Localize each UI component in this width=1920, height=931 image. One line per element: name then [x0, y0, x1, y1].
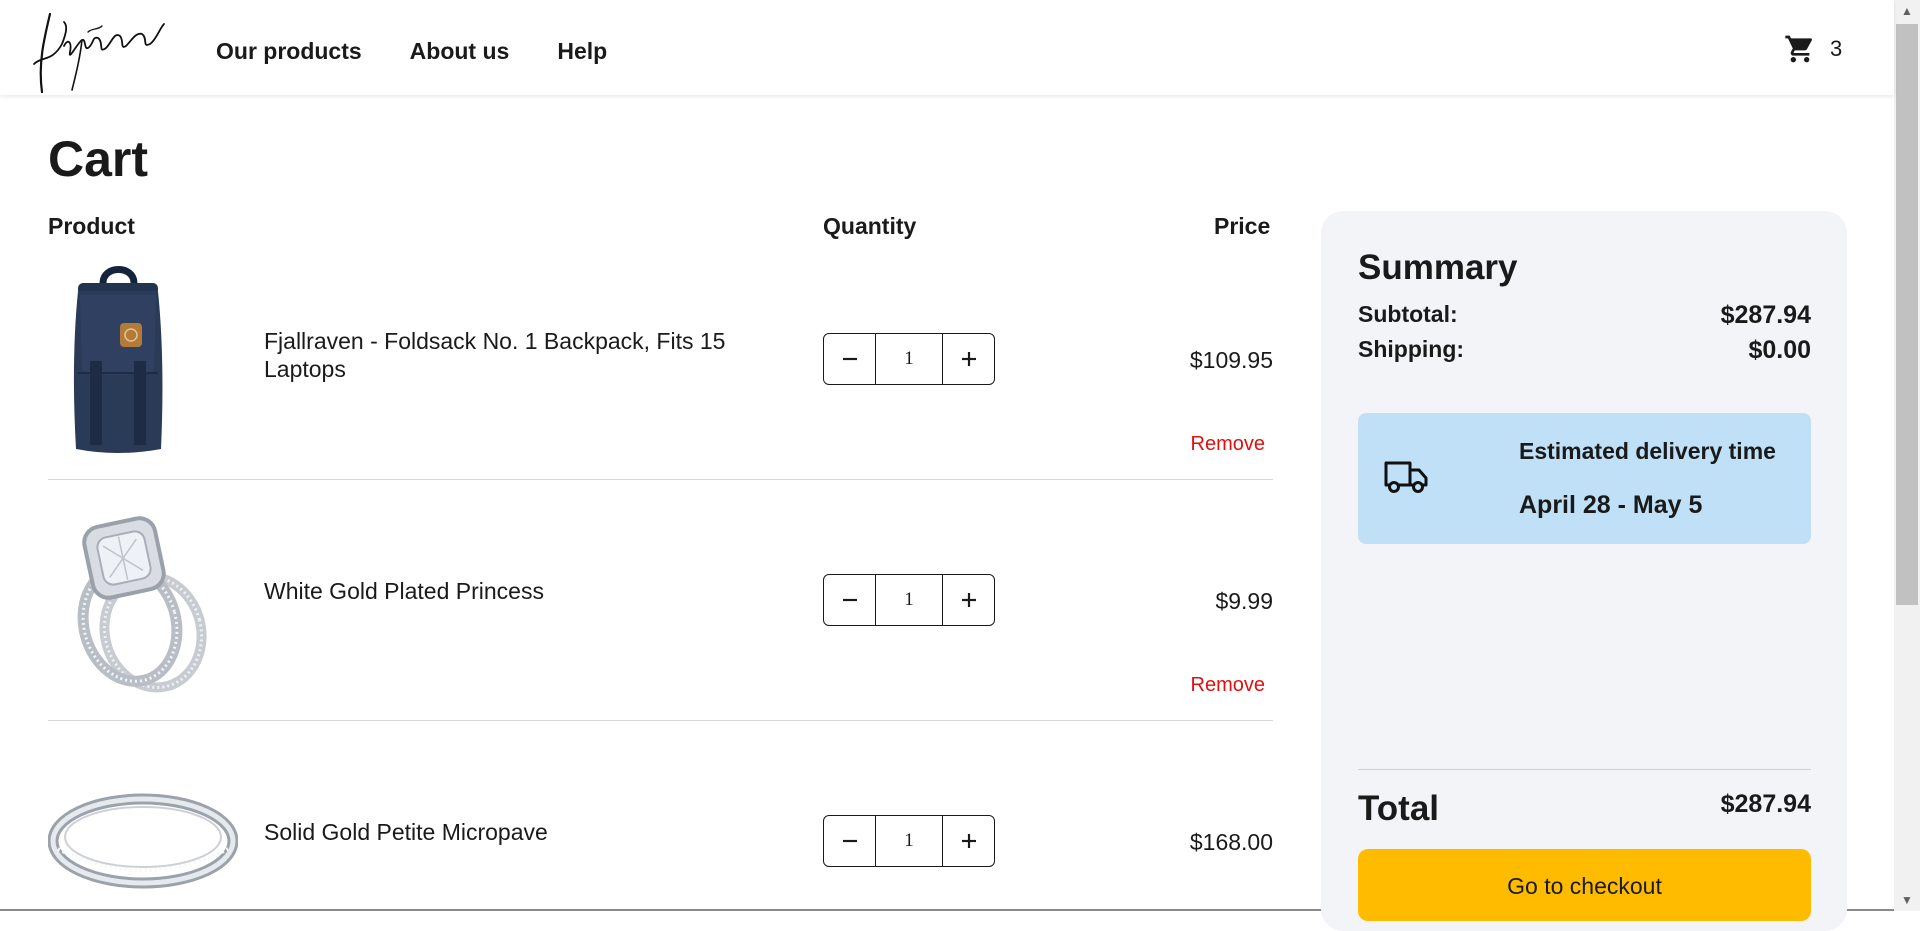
decrease-quantity-button[interactable]	[824, 816, 875, 866]
scroll-up-arrow-icon[interactable]: ▲	[1894, 0, 1920, 22]
remove-item-button[interactable]: Remove	[1191, 674, 1265, 697]
delivery-label: Estimated delivery time	[1519, 438, 1776, 464]
item-price: $109.95	[1189, 347, 1273, 373]
subtotal-value: $287.94	[1720, 301, 1811, 329]
column-header-price: Price	[1214, 213, 1271, 239]
item-price: $9.99	[1215, 588, 1273, 614]
decrease-quantity-button[interactable]	[824, 334, 875, 384]
minus-icon	[842, 598, 857, 602]
column-header-quantity: Quantity	[823, 213, 917, 239]
increase-quantity-button[interactable]	[943, 816, 994, 866]
decrease-quantity-button[interactable]	[824, 575, 875, 625]
minus-icon	[842, 839, 857, 843]
quantity-stepper	[823, 574, 995, 626]
total-label: Total	[1358, 789, 1440, 828]
nav-help-link[interactable]: Help	[557, 38, 607, 65]
cart-item-row: Fjallraven - Foldsack No. 1 Backpack, Fi…	[48, 253, 1273, 480]
page-scrollbar[interactable]: ▲ ▼	[1894, 0, 1920, 911]
increase-quantity-button[interactable]	[943, 575, 994, 625]
cart-item-row: Solid Gold Petite Micropave $168.00	[48, 721, 1273, 911]
page-title: Cart	[48, 131, 149, 187]
header-cart-button[interactable]: 3	[1784, 33, 1842, 65]
shipping-label: Shipping:	[1358, 336, 1465, 362]
cart-item-row: White Gold Plated Princess $9.99 Remove	[48, 480, 1273, 721]
site-header: Our products About us Help 3	[0, 0, 1894, 95]
order-summary-panel: Summary Subtotal: $287.94 Shipping: $0.0…	[1321, 211, 1847, 931]
subtotal-label: Subtotal:	[1358, 301, 1458, 327]
product-name[interactable]: Fjallraven - Foldsack No. 1 Backpack, Fi…	[264, 327, 784, 383]
shopping-cart-icon	[1785, 35, 1813, 63]
micropave-band-image[interactable]	[48, 787, 238, 893]
plus-icon	[961, 834, 976, 848]
scroll-down-arrow-icon[interactable]: ▼	[1894, 889, 1920, 911]
column-header-product: Product	[48, 213, 135, 239]
quantity-input[interactable]	[875, 816, 943, 866]
princess-ring-image[interactable]	[48, 504, 228, 696]
truck-icon	[1384, 461, 1428, 493]
shipping-line: Shipping: $0.00	[1358, 336, 1811, 365]
quantity-stepper	[823, 815, 995, 867]
increase-quantity-button[interactable]	[943, 334, 994, 384]
plus-icon	[961, 593, 976, 607]
cart-count-badge: 3	[1830, 36, 1843, 61]
brand-logo[interactable]	[28, 4, 166, 94]
main-nav: Our products About us Help	[216, 38, 607, 65]
product-name[interactable]: White Gold Plated Princess	[264, 577, 784, 605]
total-value: $287.94	[1720, 790, 1811, 818]
quantity-input[interactable]	[875, 575, 943, 625]
quantity-input[interactable]	[875, 334, 943, 384]
remove-item-button[interactable]: Remove	[1191, 433, 1265, 456]
minus-icon	[842, 357, 857, 361]
nav-about-us-link[interactable]: About us	[410, 38, 510, 65]
delivery-estimate-box: Estimated delivery time April 28 - May 5	[1358, 413, 1811, 544]
scrollbar-thumb[interactable]	[1896, 24, 1918, 605]
item-price: $168.00	[1189, 829, 1273, 855]
total-divider	[1358, 769, 1811, 770]
delivery-date-range: April 28 - May 5	[1519, 491, 1703, 519]
nav-our-products-link[interactable]: Our products	[216, 38, 362, 65]
backpack-image[interactable]	[48, 261, 188, 461]
checkout-button[interactable]: Go to checkout	[1358, 849, 1811, 921]
subtotal-line: Subtotal: $287.94	[1358, 301, 1811, 330]
product-name[interactable]: Solid Gold Petite Micropave	[264, 818, 784, 846]
summary-title: Summary	[1358, 248, 1518, 287]
plus-icon	[961, 352, 976, 366]
shipping-value: $0.00	[1748, 336, 1811, 364]
quantity-stepper	[823, 333, 995, 385]
